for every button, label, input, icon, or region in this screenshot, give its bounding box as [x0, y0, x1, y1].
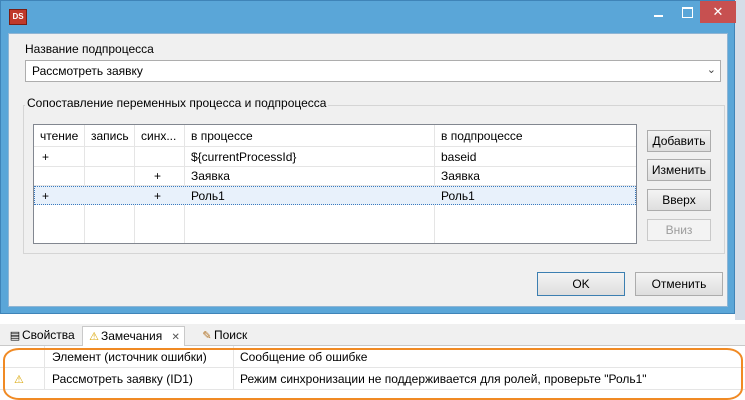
- column-header-in-process[interactable]: в процессе: [191, 129, 253, 143]
- cell-sync: +: [154, 169, 162, 183]
- problem-message: Режим синхронизации не поддерживается дл…: [240, 372, 647, 386]
- tab-properties[interactable]: ▤ Свойства: [4, 326, 79, 346]
- tab-label: Замечания: [101, 329, 163, 343]
- mapping-group-label: Сопоставление переменных процесса и подп…: [25, 96, 329, 110]
- column-header-write[interactable]: запись: [91, 129, 129, 143]
- ok-button[interactable]: OK: [537, 272, 625, 296]
- cell-in-process: Заявка: [191, 169, 230, 183]
- minimize-button[interactable]: [644, 1, 674, 23]
- close-icon[interactable]: ✕: [172, 332, 180, 343]
- column-header-read[interactable]: чтение: [40, 129, 78, 143]
- app-icon: DS: [9, 9, 27, 25]
- tab-label: Поиск: [214, 328, 248, 342]
- add-button[interactable]: Добавить: [647, 130, 711, 152]
- move-up-button[interactable]: Вверх: [647, 189, 711, 211]
- tab-search[interactable]: ✎ Поиск: [196, 326, 251, 346]
- column-header-sync[interactable]: синх...: [141, 129, 176, 143]
- maximize-button[interactable]: [674, 1, 700, 23]
- column-header-message[interactable]: Сообщение об ошибке: [240, 350, 367, 364]
- warning-icon: ⚠: [89, 331, 99, 343]
- tab-label: Свойства: [22, 328, 75, 342]
- list-item[interactable]: ⚠ Рассмотреть заявку (ID1) Режим синхрон…: [0, 368, 745, 390]
- warning-icon: ⚠: [14, 374, 24, 386]
- cell-read: +: [42, 150, 50, 164]
- cell-in-process: ${currentProcessId}: [191, 150, 297, 164]
- subprocess-name-label: Название подпроцесса: [25, 42, 154, 56]
- edit-button[interactable]: Изменить: [647, 159, 711, 181]
- cancel-button[interactable]: Отменить: [635, 272, 723, 296]
- table-row[interactable]: + ${currentProcessId} baseid: [34, 148, 636, 167]
- search-icon: ✎: [202, 330, 212, 342]
- cell-in-subprocess: Заявка: [441, 169, 480, 183]
- cell-in-process: Роль1: [191, 189, 225, 203]
- view-tabs: ▤ Свойства ⚠ Замечания ✕ ✎ Поиск: [0, 324, 745, 346]
- background-app-edge: [735, 0, 745, 320]
- table-header: чтение запись синх... в процессе в подпр…: [34, 125, 636, 147]
- cell-in-subprocess: Роль1: [441, 189, 475, 203]
- subprocess-dialog: DS ✕ Название подпроцесса Рассмотреть за…: [0, 0, 736, 314]
- cell-in-subprocess: baseid: [441, 150, 477, 164]
- column-header-in-subprocess[interactable]: в подпроцессе: [441, 129, 523, 143]
- subprocess-select-value: Рассмотреть заявку: [32, 64, 143, 78]
- tab-problems[interactable]: ⚠ Замечания ✕: [82, 326, 185, 346]
- cell-sync: +: [154, 189, 162, 203]
- cell-read: +: [42, 189, 50, 203]
- table-row-selected[interactable]: + + Роль1 Роль1: [34, 186, 636, 205]
- move-down-button[interactable]: Вниз: [647, 219, 711, 241]
- table-row[interactable]: + Заявка Заявка: [34, 167, 636, 186]
- close-button[interactable]: ✕: [700, 1, 736, 23]
- problems-view: Элемент (источник ошибки) Сообщение об о…: [0, 346, 745, 400]
- problems-header: Элемент (источник ошибки) Сообщение об о…: [0, 346, 745, 368]
- variable-mapping-table[interactable]: чтение запись синх... в процессе в подпр…: [33, 124, 637, 244]
- dialog-client-area: Название подпроцесса Рассмотреть заявку …: [8, 33, 728, 307]
- subprocess-select[interactable]: Рассмотреть заявку ⌄: [25, 60, 721, 82]
- problem-element: Рассмотреть заявку (ID1): [52, 372, 193, 386]
- dialog-titlebar[interactable]: DS ✕: [1, 1, 736, 33]
- properties-icon: ▤: [9, 330, 21, 342]
- chevron-down-icon[interactable]: ⌄: [707, 63, 716, 76]
- column-header-element[interactable]: Элемент (источник ошибки): [52, 350, 207, 364]
